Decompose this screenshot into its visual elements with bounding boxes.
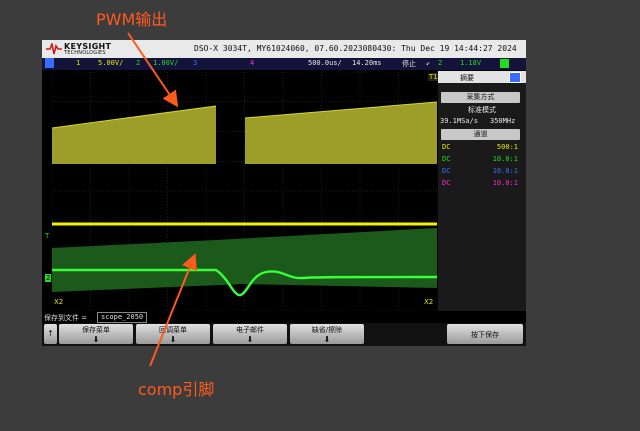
comp-arrow: [149, 253, 197, 367]
annotation-arrows: [127, 32, 197, 367]
pwm-arrow: [127, 32, 179, 108]
